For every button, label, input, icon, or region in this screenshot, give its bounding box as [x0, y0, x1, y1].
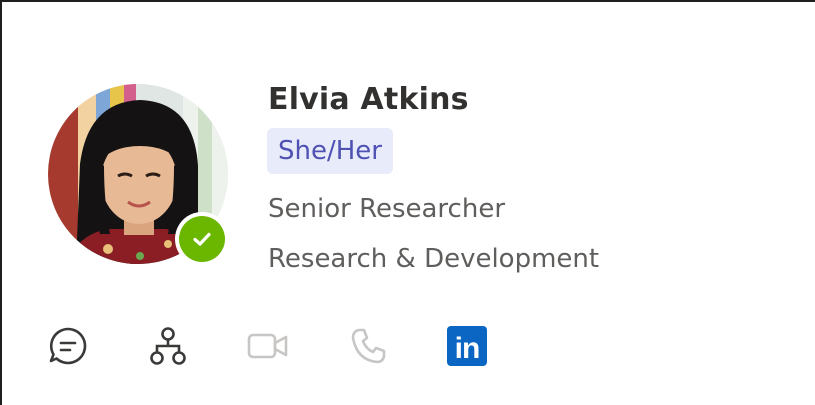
- org-chart-button[interactable]: [146, 324, 190, 368]
- presence-badge: [175, 212, 229, 266]
- call-button[interactable]: [346, 324, 390, 368]
- phone-icon: [351, 328, 386, 364]
- presence-available-icon: [179, 216, 225, 262]
- org-chart-icon: [150, 327, 186, 365]
- video-call-icon: [247, 333, 288, 359]
- linkedin-icon: in: [447, 326, 487, 366]
- contact-name: Elvia Atkins: [268, 82, 469, 117]
- linkedin-logo-text: in: [454, 332, 481, 365]
- department: Research & Development: [268, 244, 600, 274]
- chat-button[interactable]: [46, 324, 90, 368]
- chat-icon: [49, 327, 87, 365]
- contact-card: Elvia Atkins She/Her Senior Researcher R…: [0, 0, 815, 405]
- linkedin-button[interactable]: in: [445, 324, 489, 368]
- job-title: Senior Researcher: [268, 194, 506, 224]
- video-call-button[interactable]: [246, 324, 290, 368]
- pronouns-badge: She/Her: [267, 128, 393, 174]
